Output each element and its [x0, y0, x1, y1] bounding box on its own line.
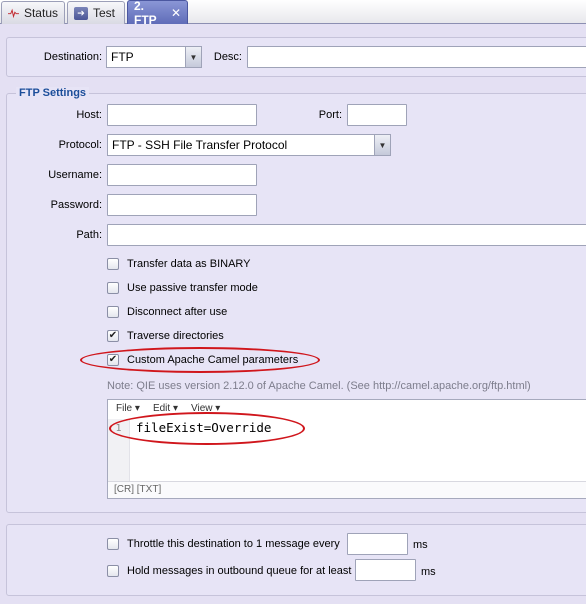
checkbox[interactable]: [107, 258, 119, 270]
option-disconnect[interactable]: Disconnect after use: [107, 306, 227, 318]
chevron-down-icon[interactable]: ▼: [185, 47, 201, 67]
desc-input[interactable]: [247, 46, 586, 68]
throttle-option[interactable]: Throttle this destination to 1 message e…: [107, 538, 340, 550]
option-label: Custom Apache Camel parameters: [127, 354, 299, 366]
hold-input[interactable]: [355, 559, 416, 581]
checkbox[interactable]: [107, 538, 119, 550]
path-label: Path:: [76, 229, 102, 241]
username-label: Username:: [48, 169, 102, 181]
host-label: Host:: [76, 109, 102, 121]
menu-view[interactable]: View ▾: [191, 403, 220, 414]
camel-version-note: Note: QIE uses version 2.12.0 of Apache …: [107, 380, 531, 392]
throttle-label: Throttle this destination to 1 message e…: [127, 538, 340, 550]
tab-label: Test: [93, 6, 116, 20]
option-label: Use passive transfer mode: [127, 282, 258, 294]
port-label: Port:: [318, 109, 342, 121]
path-input[interactable]: [107, 224, 586, 246]
option-label: Disconnect after use: [127, 306, 228, 318]
checkbox[interactable]: [107, 306, 119, 318]
throttle-panel: [6, 524, 586, 596]
menu-edit[interactable]: Edit ▾: [153, 403, 178, 414]
desc-label: Desc:: [213, 51, 242, 63]
hold-label: Hold messages in outbound queue for at l…: [127, 565, 352, 577]
username-input[interactable]: [107, 164, 257, 186]
ftp-settings-title: FTP Settings: [16, 87, 90, 99]
tab-status[interactable]: Status: [1, 1, 65, 24]
option-label: Traverse directories: [127, 330, 224, 342]
checkbox-checked[interactable]: ✔: [107, 330, 119, 342]
close-icon[interactable]: ✕: [171, 7, 181, 19]
line-number-gutter: 1: [108, 419, 130, 481]
editor-code-line[interactable]: fileExist=Override: [136, 420, 271, 435]
throttle-unit: ms: [413, 539, 428, 551]
password-input[interactable]: [107, 194, 257, 216]
option-passive[interactable]: Use passive transfer mode: [107, 282, 258, 294]
destination-label: Destination:: [43, 51, 102, 63]
destination-select[interactable]: FTP ▼: [106, 46, 202, 68]
checkbox[interactable]: [107, 282, 119, 294]
option-label: Transfer data as BINARY: [127, 258, 251, 270]
chevron-down-icon[interactable]: ▼: [374, 135, 390, 155]
host-input[interactable]: [107, 104, 257, 126]
port-input[interactable]: [347, 104, 407, 126]
tab-bar: Status ➔ Test 2. FTP ✕: [0, 0, 586, 27]
password-label: Password:: [50, 199, 102, 211]
editor-menubar: File ▾ Edit ▾ View ▾: [108, 400, 586, 417]
tab-label: Status: [23, 6, 58, 20]
pulse-icon: [8, 8, 19, 19]
hold-option[interactable]: Hold messages in outbound queue for at l…: [107, 565, 351, 577]
option-camel-params[interactable]: ✔ Custom Apache Camel parameters: [107, 354, 298, 366]
tab-test[interactable]: ➔ Test: [67, 1, 125, 24]
protocol-value: FTP - SSH File Transfer Protocol: [112, 138, 288, 152]
test-arrow-icon: ➔: [74, 6, 88, 20]
protocol-label: Protocol:: [58, 139, 102, 151]
destination-value: FTP: [111, 50, 134, 64]
option-traverse[interactable]: ✔ Traverse directories: [107, 330, 224, 342]
editor-status: [CR] [TXT]: [108, 481, 586, 498]
tab-ftp[interactable]: 2. FTP ✕: [127, 0, 188, 27]
camel-params-editor[interactable]: File ▾ Edit ▾ View ▾ 1 fileExist=Overrid…: [107, 399, 586, 499]
protocol-select[interactable]: FTP - SSH File Transfer Protocol ▼: [107, 134, 391, 156]
checkbox[interactable]: [107, 565, 119, 577]
tab-label: 2. FTP: [134, 0, 157, 27]
menu-file[interactable]: File ▾: [116, 403, 140, 414]
option-binary[interactable]: Transfer data as BINARY: [107, 258, 251, 270]
hold-unit: ms: [421, 566, 436, 578]
throttle-input[interactable]: [347, 533, 408, 555]
checkbox-checked[interactable]: ✔: [107, 354, 119, 366]
